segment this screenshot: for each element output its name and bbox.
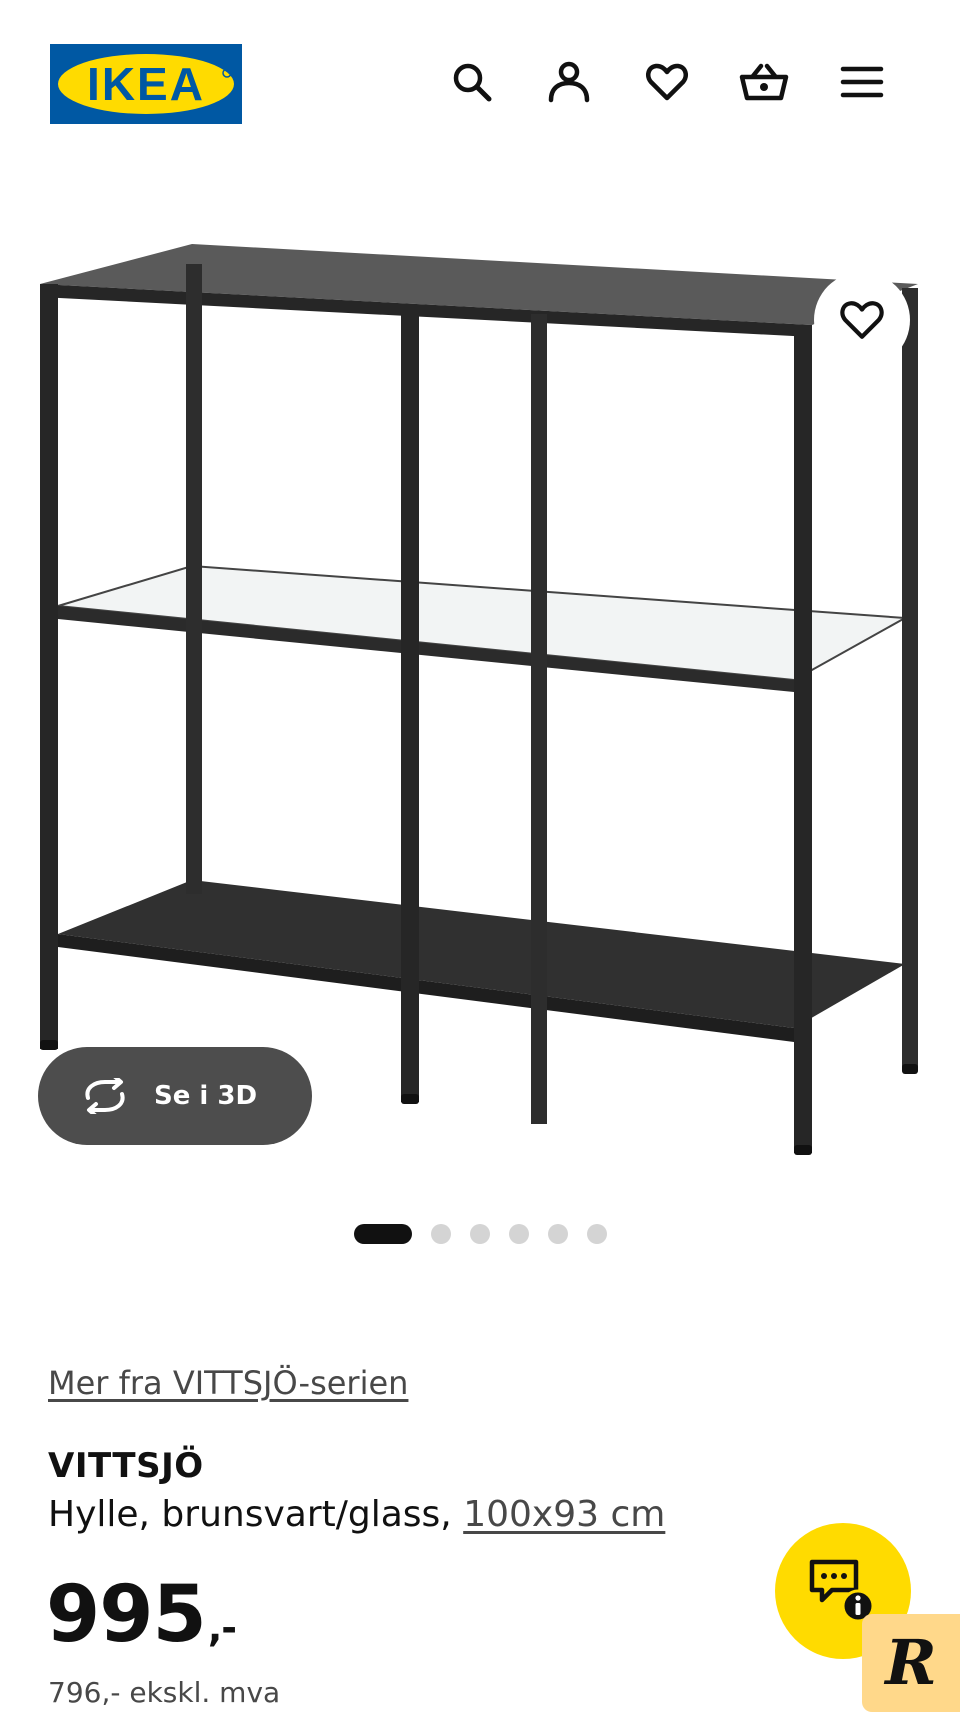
price-suffix: ,- bbox=[207, 1606, 237, 1650]
carousel-dot[interactable] bbox=[469, 1224, 490, 1244]
heart-icon[interactable] bbox=[637, 52, 697, 112]
search-icon[interactable] bbox=[442, 52, 502, 112]
carousel-dot[interactable] bbox=[547, 1224, 568, 1244]
header: IKEA bbox=[0, 0, 960, 170]
price-excl-vat: 796,- ekskl. mva bbox=[48, 1676, 281, 1709]
product-price: 995,- bbox=[46, 1576, 237, 1654]
r-badge[interactable]: R bbox=[862, 1614, 960, 1712]
price-value: 995 bbox=[46, 1570, 207, 1660]
basket-icon[interactable] bbox=[734, 52, 794, 112]
carousel-indicator bbox=[0, 1222, 960, 1246]
view-3d-label: Se i 3D bbox=[154, 1081, 258, 1111]
product-type: Hylle, brunsvart/glass, bbox=[48, 1494, 452, 1535]
ikea-logo-text: IKEA bbox=[87, 58, 205, 110]
carousel-dot[interactable] bbox=[430, 1224, 451, 1244]
user-icon[interactable] bbox=[539, 52, 599, 112]
rotate-3d-icon bbox=[85, 1078, 125, 1114]
product-name: VITTSJÖ bbox=[48, 1446, 204, 1486]
series-link[interactable]: Mer fra VITTSJÖ-serien bbox=[48, 1364, 408, 1402]
r-badge-letter: R bbox=[885, 1626, 937, 1699]
favorite-button[interactable] bbox=[814, 272, 910, 368]
heart-outline-icon bbox=[840, 301, 884, 339]
ikea-logo[interactable]: IKEA bbox=[50, 44, 242, 124]
view-3d-button[interactable]: Se i 3D bbox=[38, 1047, 312, 1145]
carousel-dot-active[interactable] bbox=[353, 1224, 412, 1244]
carousel-dot[interactable] bbox=[508, 1224, 529, 1244]
product-description: Hylle, brunsvart/glass, 100x93 cm bbox=[48, 1494, 665, 1535]
product-size-link[interactable]: 100x93 cm bbox=[463, 1494, 665, 1535]
menu-icon[interactable] bbox=[832, 52, 892, 112]
carousel-dot[interactable] bbox=[586, 1224, 607, 1244]
